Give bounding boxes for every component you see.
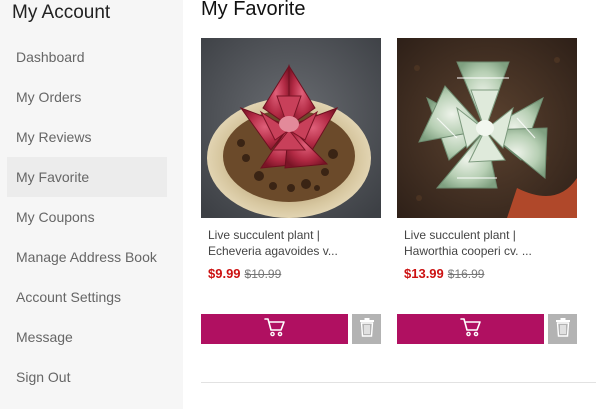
card-actions [201, 314, 381, 344]
product-name-line-2[interactable]: Haworthia cooperi cv. ... [397, 243, 577, 259]
sidebar-item-message[interactable]: Message [7, 317, 167, 357]
original-price: $10.99 [244, 267, 282, 281]
sidebar-item-sign-out[interactable]: Sign Out [7, 357, 167, 397]
current-price: $9.99 [208, 266, 241, 281]
sidebar-item-manage-address-book[interactable]: Manage Address Book [7, 237, 167, 277]
card-actions [397, 314, 577, 344]
remove-favorite-button[interactable] [548, 314, 577, 344]
current-price: $13.99 [404, 266, 444, 281]
sidebar-item-account-settings[interactable]: Account Settings [7, 277, 167, 317]
product-image-red-echeveria[interactable] [201, 38, 381, 218]
product-prices: $9.99 $10.99 [201, 265, 381, 283]
add-to-cart-button[interactable] [397, 314, 544, 344]
product-name-line-2[interactable]: Echeveria agavoides v... [201, 243, 381, 259]
sidebar-title: My Account [12, 2, 111, 23]
shopping-cart-icon [263, 317, 286, 342]
content-divider [201, 382, 596, 383]
original-price: $16.99 [447, 267, 485, 281]
add-to-cart-button[interactable] [201, 314, 348, 344]
page-title: My Favorite [201, 0, 306, 20]
trash-icon [359, 317, 375, 342]
sidebar-item-my-coupons[interactable]: My Coupons [7, 197, 167, 237]
sidebar-item-dashboard[interactable]: Dashboard [7, 37, 167, 77]
sidebar-item-my-orders[interactable]: My Orders [7, 77, 167, 117]
account-sidebar: My Account Dashboard My Orders My Review… [0, 0, 183, 409]
product-prices: $13.99 $16.99 [397, 265, 577, 283]
sidebar-item-my-favorite[interactable]: My Favorite [7, 157, 167, 197]
product-image-green-haworthia[interactable] [397, 38, 577, 218]
shopping-cart-icon [459, 317, 482, 342]
sidebar-item-my-reviews[interactable]: My Reviews [7, 117, 167, 157]
product-name-line-1[interactable]: Live succulent plant | [397, 227, 577, 243]
favorite-product-card: Live succulent plant | Haworthia cooperi… [397, 38, 577, 344]
favorite-product-card: Live succulent plant | Echeveria agavoid… [201, 38, 381, 344]
product-name-line-1[interactable]: Live succulent plant | [201, 227, 381, 243]
trash-icon [555, 317, 571, 342]
remove-favorite-button[interactable] [352, 314, 381, 344]
